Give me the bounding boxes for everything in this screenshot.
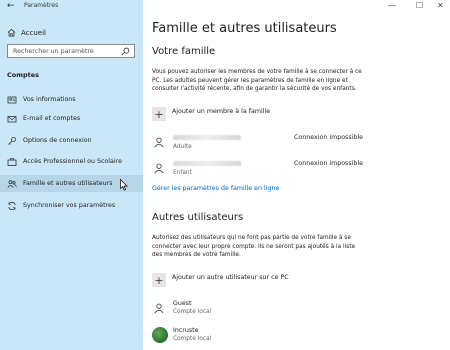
user-avatar-icon: [152, 135, 166, 149]
user-avatar-icon: [152, 161, 166, 175]
member-status: Connexion impossible: [294, 134, 363, 141]
search-placeholder: Rechercher un paramètre: [13, 48, 94, 55]
minimize-button[interactable]: —: [388, 1, 396, 10]
sidebar-item-label: Famille et autres utilisateurs: [23, 180, 113, 187]
sidebar-item-label: Synchroniser vos paramètres: [23, 202, 116, 209]
description-line: des membres de votre famille.: [152, 252, 241, 259]
sidebar-item-label: Vos informations: [23, 96, 76, 103]
add-family-member-button[interactable]: + Ajouter un membre à la famille: [152, 107, 270, 121]
plus-icon: +: [152, 273, 166, 287]
sidebar-item-label: Options de connexion: [23, 137, 92, 144]
section-label: Comptes: [7, 71, 40, 79]
description-line: PC. Les adultes peuvent gérer les paramè…: [152, 77, 348, 84]
member-role: Enfant: [173, 170, 192, 176]
close-button[interactable]: ✕: [437, 1, 444, 10]
family-description: Vous pouvez autoriser les membres de vot…: [152, 68, 362, 94]
other-user-row[interactable]: Guest Compte local: [152, 299, 352, 319]
home-icon: [7, 28, 16, 37]
page-title: Famille et autres utilisateurs: [152, 21, 337, 36]
home-link[interactable]: Accueil: [7, 28, 46, 37]
member-status: Connexion impossible: [294, 160, 363, 167]
add-family-member-label: Ajouter un membre à la famille: [172, 107, 271, 115]
description-line: consulter l'activité récente, afin de ga…: [152, 86, 357, 93]
app-title: Paramètres: [24, 2, 59, 9]
other-users-description: Autorisez des utilisateurs qui ne font p…: [152, 234, 355, 260]
sidebar-item-vos-informations[interactable]: Vos informations: [0, 91, 143, 108]
description-line: connecter avec leur propre compte. Ils n…: [152, 243, 356, 250]
description-line: Autorisez des utilisateurs qui ne font p…: [152, 235, 351, 241]
account-type: Compte local: [173, 309, 212, 315]
user-name: Incruste: [173, 327, 199, 334]
sidebar-item-synchroniser[interactable]: Synchroniser vos paramètres: [0, 197, 143, 214]
family-member-row[interactable]: Enfant Connexion impossible: [152, 159, 442, 177]
user-name: Guest: [173, 300, 192, 307]
people-icon: [7, 179, 17, 189]
family-member-row[interactable]: Adulte Connexion impossible: [152, 133, 442, 151]
search-input[interactable]: Rechercher un paramètre: [7, 44, 135, 58]
sidebar: ← Paramètres Accueil Rechercher un param…: [0, 0, 143, 350]
blurred-user-name: [173, 161, 241, 166]
main-content: — ☐ ✕ Famille et autres utilisateurs Vot…: [143, 0, 450, 350]
sidebar-item-email[interactable]: E-mail et comptes: [0, 110, 143, 127]
search-icon[interactable]: [121, 47, 130, 56]
mail-icon: [7, 114, 17, 124]
key-icon: [7, 136, 17, 146]
other-user-row[interactable]: Incruste Compte local: [152, 326, 352, 346]
mouse-cursor-icon: [120, 179, 128, 191]
add-other-user-button[interactable]: + Ajouter un autre utilisateur sur ce PC: [152, 273, 289, 287]
plus-icon: +: [152, 107, 166, 121]
family-heading: Votre famille: [152, 46, 216, 57]
briefcase-icon: [7, 157, 17, 167]
sidebar-item-label: E-mail et comptes: [23, 115, 81, 122]
home-label: Accueil: [21, 28, 46, 37]
back-arrow-icon[interactable]: ←: [7, 1, 15, 11]
other-users-heading: Autres utilisateurs: [152, 212, 244, 223]
title-bar: ← Paramètres: [0, 0, 143, 14]
user-photo-avatar: [152, 327, 168, 343]
sync-icon: [7, 201, 17, 211]
sidebar-item-label: Accès Professionnel ou Scolaire: [23, 158, 122, 165]
add-other-user-label: Ajouter un autre utilisateur sur ce PC: [172, 273, 289, 281]
sidebar-item-options-connexion[interactable]: Options de connexion: [0, 132, 143, 149]
maximize-button[interactable]: ☐: [416, 1, 423, 10]
member-role: Adulte: [173, 144, 192, 150]
manage-family-link[interactable]: Gérer les paramètres de famille en ligne: [152, 185, 279, 192]
description-line: Vous pouvez autoriser les membres de vot…: [152, 69, 362, 75]
blurred-user-name: [173, 135, 241, 140]
user-avatar-icon: [152, 301, 166, 315]
sidebar-item-acces-professionnel[interactable]: Accès Professionnel ou Scolaire: [0, 153, 143, 170]
account-type: Compte local: [173, 336, 212, 342]
person-card-icon: [7, 95, 17, 105]
